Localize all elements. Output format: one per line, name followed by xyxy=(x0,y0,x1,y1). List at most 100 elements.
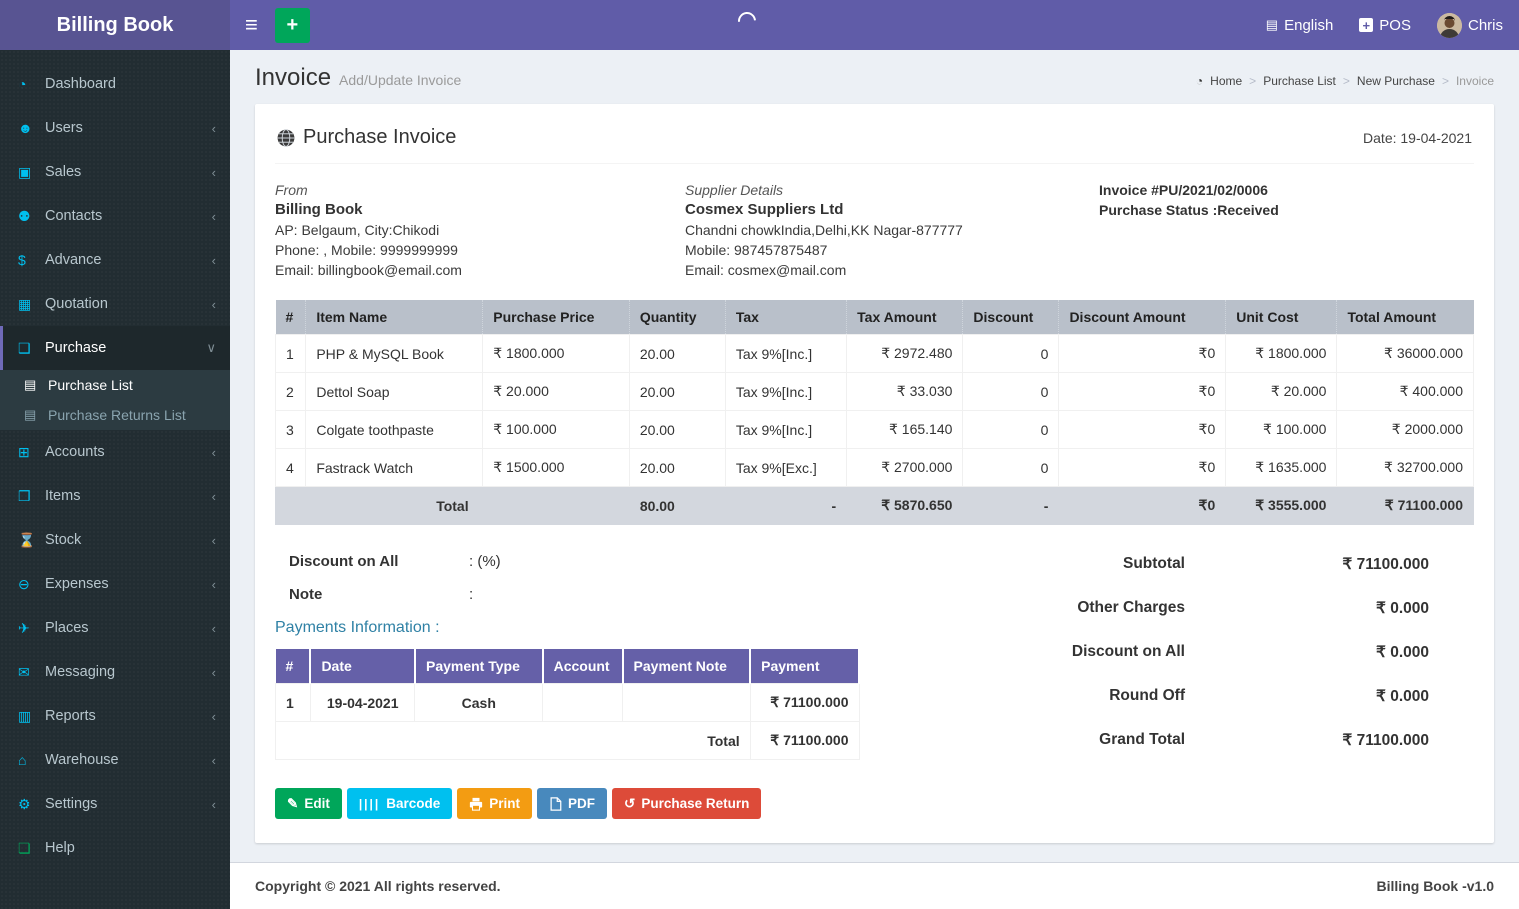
total-tax: - xyxy=(724,486,848,525)
cell: Tax 9%[Inc.] xyxy=(724,334,848,373)
page-title: Invoice xyxy=(255,64,332,91)
supplier-address: Chandni chowkIndia,Delhi,KK Nagar-877777 xyxy=(685,222,963,238)
pdf-button[interactable]: PDF xyxy=(537,788,608,819)
cell: 20.00 xyxy=(628,372,726,411)
chevron-left-icon: ‹ xyxy=(211,252,216,268)
sidebar-item-warehouse[interactable]: ⌂ Warehouse ‹ xyxy=(0,738,230,782)
breadcrumb-separator: > xyxy=(1249,74,1257,88)
sidebar-item-advance[interactable]: $ Advance ‹ xyxy=(0,238,230,282)
sidebar-item-purchase-returns-list[interactable]: ▤ Purchase Returns List xyxy=(0,400,230,430)
user-menu[interactable]: Chris xyxy=(1436,12,1503,38)
menu-toggle-icon[interactable]: ≡ xyxy=(230,0,273,50)
cell: 0 xyxy=(962,410,1060,449)
user-avatar xyxy=(1436,12,1462,38)
sidebar-label: Sales xyxy=(45,164,82,180)
sidebar-item-accounts[interactable]: ⊞ Accounts ‹ xyxy=(0,430,230,474)
button-label: Print xyxy=(489,796,521,811)
invoice-number: Invoice #PU/2021/02/0006 xyxy=(1099,182,1268,198)
edit-button[interactable]: ✎ Edit xyxy=(275,788,342,819)
sidebar-item-expenses[interactable]: ⊖ Expenses ‹ xyxy=(0,562,230,606)
dashboard-icon: ◔ xyxy=(1195,74,1204,88)
cell: ₹0 xyxy=(1058,334,1227,373)
list-icon: ▤ xyxy=(24,377,37,392)
cell: ₹ 100.000 xyxy=(1225,410,1338,449)
purchase-return-button[interactable]: ↺ Purchase Return xyxy=(612,788,762,819)
from-phone: Phone: , Mobile: 9999999999 xyxy=(275,242,458,258)
cell: ₹ 1800.000 xyxy=(1225,334,1338,373)
sidebar-label: Contacts xyxy=(45,208,103,224)
barcode-button[interactable]: |||| Barcode xyxy=(346,788,453,819)
sidebar-item-sales[interactable]: ▣ Sales ‹ xyxy=(0,150,230,194)
pos-button[interactable]: + POS xyxy=(1359,17,1411,34)
cell: ₹ 165.140 xyxy=(846,410,964,449)
payments-header-row: # Date Payment Type Account Payment Note… xyxy=(275,649,860,684)
user-name: Chris xyxy=(1467,16,1503,34)
breadcrumb-new-purchase[interactable]: New Purchase xyxy=(1357,74,1435,88)
version-text: Billing Book -v1.0 xyxy=(1376,878,1494,894)
sidebar-item-purchase[interactable]: ❑ Purchase ∨ xyxy=(0,326,230,370)
total-discount: - xyxy=(962,486,1060,525)
sidebar-label: Purchase Returns List xyxy=(48,407,186,423)
col-item-name: Item Name xyxy=(305,300,484,335)
plus-square-icon: + xyxy=(1359,18,1374,33)
add-new-button[interactable]: + xyxy=(274,7,310,43)
summary-value: ₹ 0.000 xyxy=(1376,600,1429,617)
sidebar-item-purchase-list[interactable]: ▤ Purchase List xyxy=(0,370,230,400)
items-total-label: Total xyxy=(275,486,630,525)
chevron-left-icon: ‹ xyxy=(211,752,216,768)
sidebar-item-items[interactable]: ❒ Items ‹ xyxy=(0,474,230,518)
breadcrumb-home[interactable]: Home xyxy=(1210,74,1242,88)
sidebar-item-dashboard[interactable]: ◔ Dashboard xyxy=(0,62,230,106)
brand-logo[interactable]: Billing Book xyxy=(0,0,230,50)
main-content: Invoice Add/Update Invoice ◔ Home > Purc… xyxy=(230,50,1519,909)
sidebar-item-stock[interactable]: ⌛ Stock ‹ xyxy=(0,518,230,562)
page-footer: Copyright © 2021 All rights reserved. Bi… xyxy=(230,862,1519,909)
payments-total-label: Total xyxy=(275,721,751,760)
sidebar-label: Purchase List xyxy=(48,377,133,393)
sidebar-label: Settings xyxy=(45,796,98,812)
breadcrumb-separator: > xyxy=(1441,74,1449,88)
sidebar-item-reports[interactable]: ▥ Reports ‹ xyxy=(0,694,230,738)
th-large-icon: ⊞ xyxy=(18,443,30,460)
copyright-text: Copyright © 2021 All rights reserved. xyxy=(255,878,501,894)
item-row: 3 Colgate toothpaste ₹ 100.000 20.00 Tax… xyxy=(274,410,1474,449)
cell: 20.00 xyxy=(628,410,726,449)
invoice-parties: From Billing Book AP: Belgaum, City:Chik… xyxy=(275,164,1474,290)
billing-book-app: Billing Book ≡ + ▤ English + POS Chris ◔… xyxy=(0,0,1519,909)
user-plus-icon: ☻ xyxy=(18,120,33,136)
col-purchase-price: Purchase Price xyxy=(482,300,630,335)
chevron-down-icon: ∨ xyxy=(206,340,216,355)
supplier-heading: Supplier Details xyxy=(685,182,784,198)
button-label: PDF xyxy=(568,796,596,811)
sidebar-item-help[interactable]: ❏ Help xyxy=(0,826,230,870)
page-subtitle: Add/Update Invoice xyxy=(339,72,462,88)
calendar-plus-icon: ▦ xyxy=(18,295,32,312)
cell: Cash xyxy=(414,683,544,722)
cell: ₹ 400.000 xyxy=(1336,372,1474,411)
sidebar-item-quotation[interactable]: ▦ Quotation ‹ xyxy=(0,282,230,326)
sidebar-item-settings[interactable]: ⚙ Settings ‹ xyxy=(0,782,230,826)
cell: Dettol Soap xyxy=(305,372,484,411)
button-label: Purchase Return xyxy=(641,796,750,811)
sidebar-item-messaging[interactable]: ✉ Messaging ‹ xyxy=(0,650,230,694)
note-label: Note xyxy=(289,586,323,603)
breadcrumb-purchase-list[interactable]: Purchase List xyxy=(1263,74,1336,88)
item-row: 2 Dettol Soap ₹ 20.000 20.00 Tax 9%[Inc.… xyxy=(274,372,1474,411)
language-menu[interactable]: ▤ English xyxy=(1266,17,1334,34)
sidebar-item-places[interactable]: ✈ Places ‹ xyxy=(0,606,230,650)
cell: ₹ 20.000 xyxy=(482,372,630,411)
total-unit-cost: ₹ 3555.000 xyxy=(1225,486,1338,525)
cell: Colgate toothpaste xyxy=(305,410,484,449)
cube-icon: ❑ xyxy=(18,339,31,356)
gear-icon: ⚙ xyxy=(18,795,31,812)
sidebar-item-users[interactable]: ☻ Users ‹ xyxy=(0,106,230,150)
discount-on-all-row: Discount on All : (%) xyxy=(289,553,875,570)
purchase-status: Purchase Status :Received xyxy=(1099,202,1279,218)
below-table-section: Discount on All : (%) Note : Payments In… xyxy=(275,549,1474,819)
sidebar-item-contacts[interactable]: ⚉ Contacts ‹ xyxy=(0,194,230,238)
cell: ₹ 1500.000 xyxy=(482,448,630,487)
item-row: 1 PHP & MySQL Book ₹ 1800.000 20.00 Tax … xyxy=(274,334,1474,373)
sidebar-label: Quotation xyxy=(45,296,108,312)
sidebar-label: Warehouse xyxy=(45,752,119,768)
print-button[interactable]: Print xyxy=(457,788,533,819)
